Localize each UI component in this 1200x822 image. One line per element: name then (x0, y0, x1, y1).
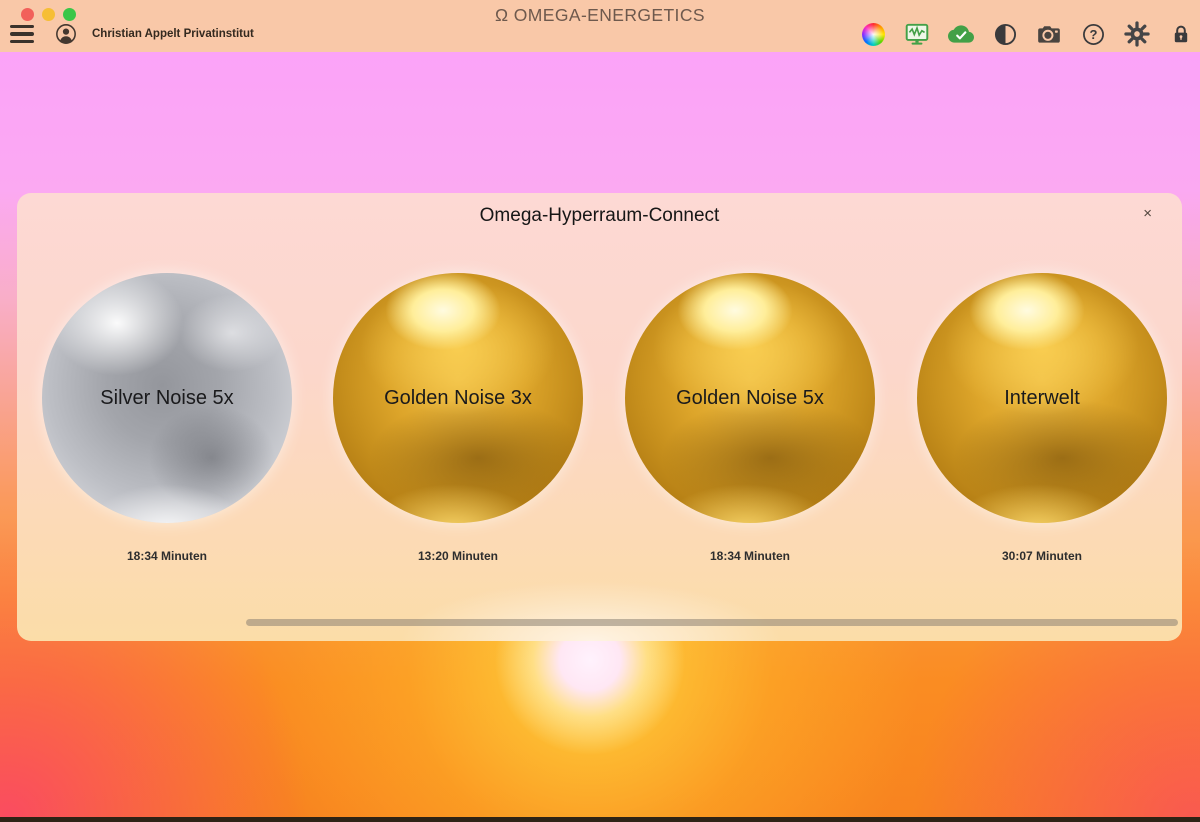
sphere-label: Golden Noise 5x (676, 387, 824, 410)
sphere-golden-noise-5x[interactable]: Golden Noise 5x (625, 273, 875, 523)
contrast-icon[interactable] (992, 21, 1018, 47)
sphere-label: Golden Noise 3x (384, 387, 532, 410)
sphere-label: Interwelt (1004, 387, 1080, 410)
settings-gear-icon[interactable] (1124, 21, 1150, 47)
duration-label: 18:34 Minuten (625, 549, 875, 563)
horizontal-scrollbar[interactable] (246, 619, 1178, 626)
title-bar: Ω OMEGA-ENERGETICS Christian Appelt Priv… (0, 0, 1200, 52)
lock-icon[interactable] (1168, 21, 1194, 47)
program-item: Golden Noise 5x 18:34 Minuten (625, 273, 875, 563)
duration-label: 18:34 Minuten (42, 549, 292, 563)
duration-label: 13:20 Minuten (333, 549, 583, 563)
cloud-check-icon[interactable] (948, 21, 974, 47)
user-name-label: Christian Appelt Privatinstitut (92, 28, 254, 40)
camera-icon[interactable] (1036, 21, 1062, 47)
color-wheel-icon[interactable] (860, 21, 886, 47)
help-icon[interactable]: ? (1080, 21, 1106, 47)
hamburger-menu-icon[interactable] (10, 25, 34, 43)
duration-label: 30:07 Minuten (917, 549, 1167, 563)
hyperraum-connect-dialog: Omega-Hyperraum-Connect × Silver Noise 5… (17, 193, 1182, 641)
user-avatar-icon[interactable] (55, 23, 77, 45)
bottom-edge (0, 817, 1200, 822)
sphere-interwelt[interactable]: Interwelt (917, 273, 1167, 523)
dialog-title: Omega-Hyperraum-Connect (17, 205, 1182, 227)
program-item: Silver Noise 5x 18:34 Minuten (42, 273, 292, 563)
sphere-label: Silver Noise 5x (100, 387, 233, 410)
program-item: Golden Noise 3x 13:20 Minuten (333, 273, 583, 563)
sphere-silver-noise-5x[interactable]: Silver Noise 5x (42, 273, 292, 523)
sphere-golden-noise-3x[interactable]: Golden Noise 3x (333, 273, 583, 523)
program-item: Interwelt 30:07 Minuten (917, 273, 1167, 563)
close-icon[interactable]: × (1143, 206, 1152, 221)
svg-text:?: ? (1089, 27, 1097, 42)
monitor-waveform-icon[interactable] (904, 21, 930, 47)
toolbar: ? (860, 21, 1194, 47)
